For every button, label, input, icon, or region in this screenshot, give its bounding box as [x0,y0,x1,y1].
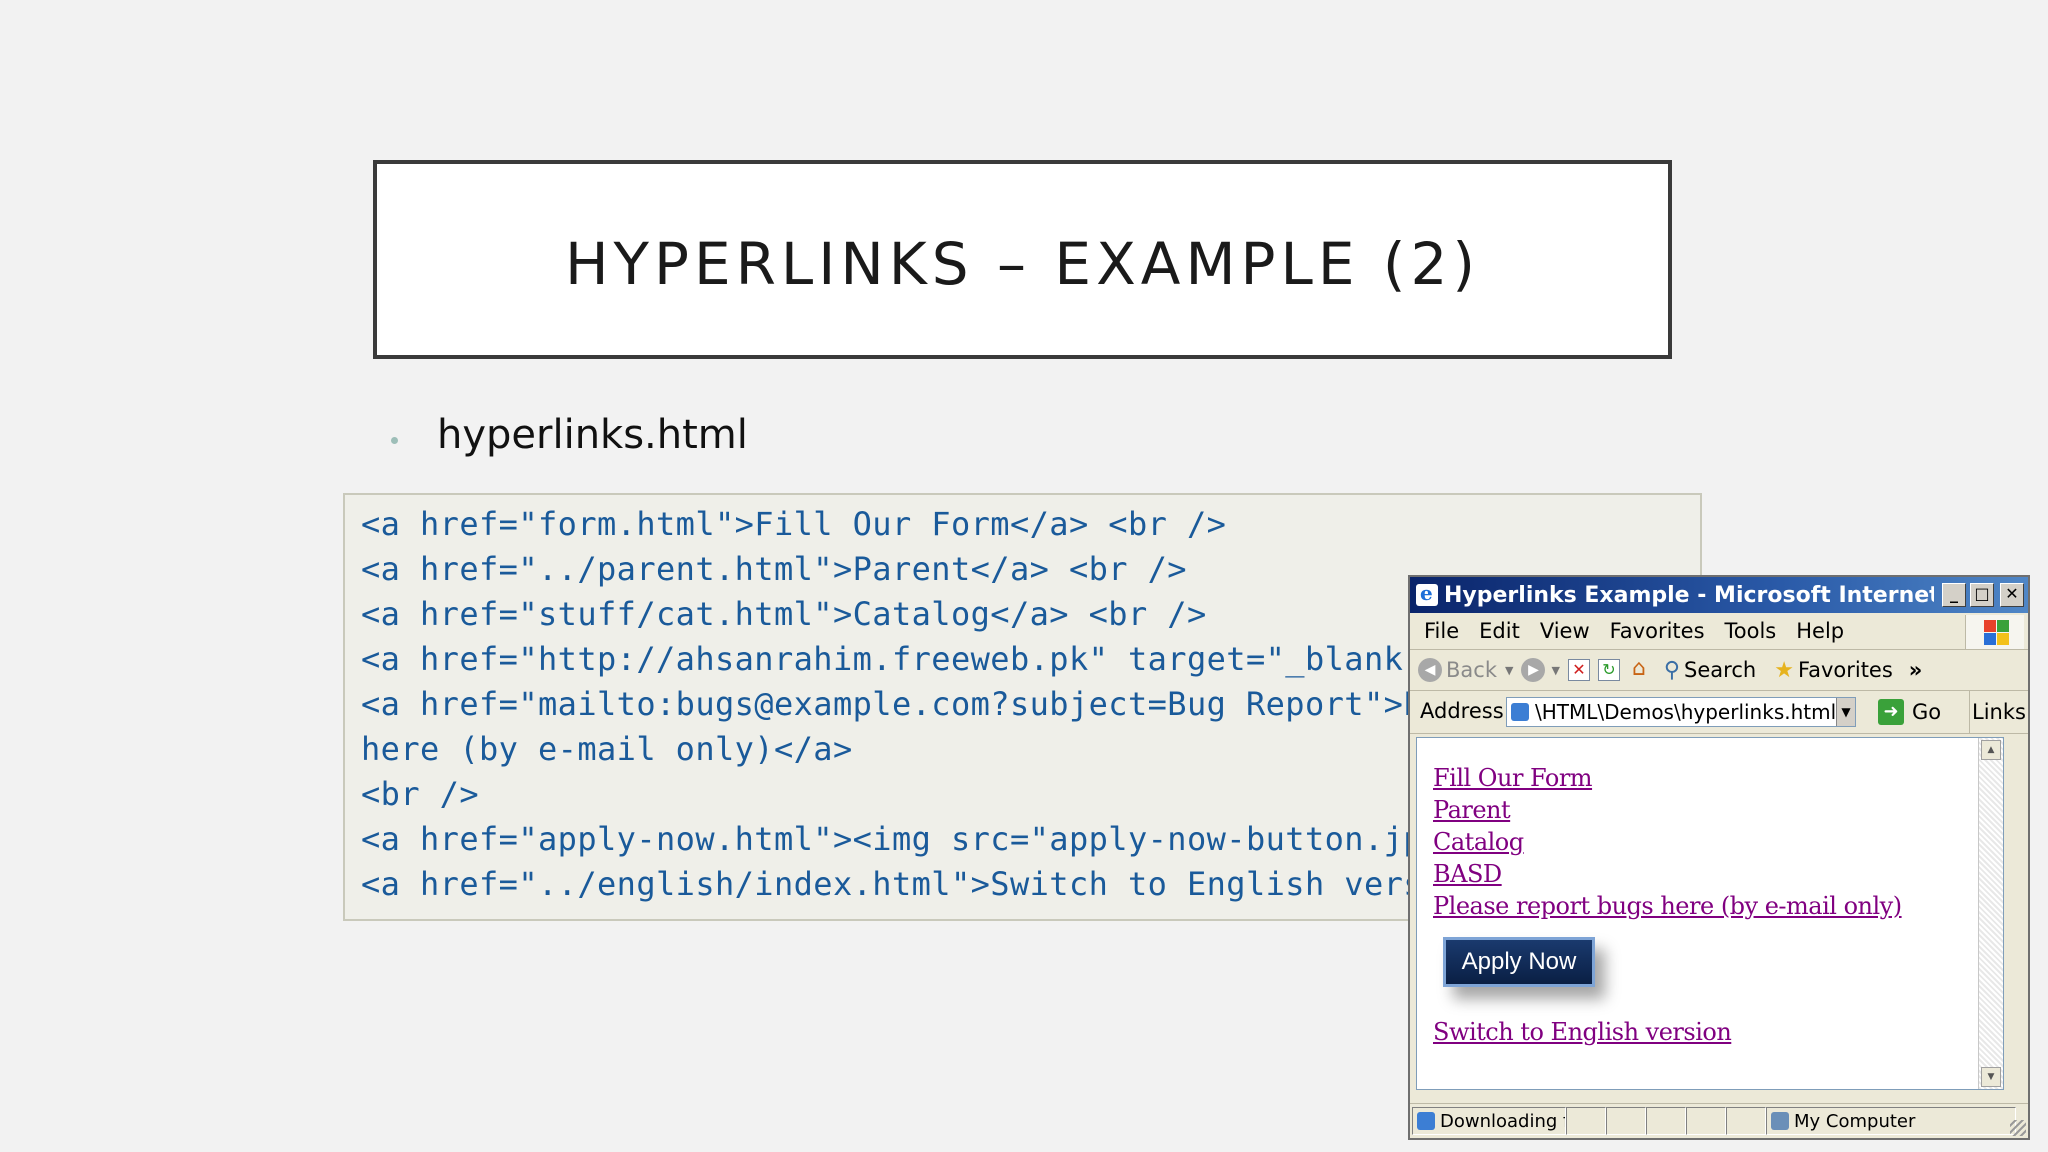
page-icon [1511,703,1529,721]
windows-logo-icon-part [1984,620,1996,632]
link-parent[interactable]: Parent [1433,796,1511,824]
stop-icon: ✕ [1567,659,1590,681]
go-label: Go [1912,700,1942,724]
address-dropdown-icon[interactable]: ▼ [1836,698,1855,726]
stop-button[interactable]: ✕ [1567,659,1590,681]
apply-now-button[interactable]: Apply Now [1443,937,1595,987]
status-panel [1726,1107,1766,1135]
status-panel [1646,1107,1686,1135]
refresh-button[interactable]: ↻ [1597,659,1620,681]
address-bar: Address \HTML\Demos\hyperlinks.html ▼ ➜ … [1410,691,2028,734]
status-text: Downloading f [1440,1110,1566,1132]
forward-dropdown-icon[interactable]: ▼ [1551,664,1559,677]
forward-button[interactable]: ▶ ▼ [1521,658,1560,682]
favorites-button[interactable]: ★ Favorites [1774,658,1893,683]
link-switch-english[interactable]: Switch to English version [1433,1018,1732,1046]
menu-file[interactable]: File [1424,619,1459,643]
browser-titlebar[interactable]: Hyperlinks Example - Microsoft Internet … [1410,577,2028,613]
code-line: <a href="../parent.html">Parent</a> <br … [361,550,1187,588]
windows-logo-icon-part [1984,633,1996,645]
resize-grip-icon[interactable] [2010,1120,2026,1136]
back-button[interactable]: ◀ Back ▼ [1418,658,1513,682]
zone-text: My Computer [1794,1110,1916,1132]
go-button[interactable]: ➜ Go [1878,699,1941,725]
status-panel [1686,1107,1726,1135]
link-fill-our-form[interactable]: Fill Our Form [1433,764,1593,792]
menu-favorites[interactable]: Favorites [1610,619,1705,643]
forward-arrow-icon: ▶ [1521,658,1546,682]
links-button[interactable]: Links [1969,691,2028,733]
browser-window: Hyperlinks Example - Microsoft Internet … [1408,575,2030,1140]
computer-icon [1771,1112,1789,1130]
search-button[interactable]: ⚲ Search [1664,658,1756,683]
vertical-scrollbar[interactable]: ▲ ▼ [1978,738,2003,1089]
status-bar: Downloading f My Computer [1410,1103,2028,1138]
back-label: Back [1446,658,1497,682]
address-value: \HTML\Demos\hyperlinks.html [1535,700,1835,724]
menu-view[interactable]: View [1540,619,1590,643]
page-icon [1417,1112,1435,1130]
back-dropdown-icon[interactable]: ▼ [1505,664,1513,677]
search-label: Search [1684,658,1757,682]
bullet-filename: hyperlinks.html [437,412,748,458]
search-icon: ⚲ [1663,657,1681,683]
ie-icon [1416,581,1438,606]
toolbar-overflow-button[interactable]: » [1909,658,1923,682]
menu-tools[interactable]: Tools [1725,619,1777,643]
address-label: Address [1420,699,1504,723]
security-zone-cell: My Computer [1766,1107,2016,1135]
star-icon: ★ [1774,657,1794,683]
status-panel [1566,1107,1606,1135]
scroll-down-icon[interactable]: ▼ [1981,1067,2001,1087]
link-report-bugs[interactable]: Please report bugs here (by e-mail only) [1433,892,1902,920]
code-line: here (by e-mail only)</a> [361,730,853,768]
code-line: <a href="stuff/cat.html">Catalog</a> <br… [361,595,1207,633]
status-text-cell: Downloading f [1412,1107,1566,1135]
minimize-button[interactable]: _ [1942,583,1966,607]
link-catalog[interactable]: Catalog [1433,828,1524,856]
windows-logo-icon-part [1997,620,2009,632]
status-panel [1606,1107,1646,1135]
bullet-dot [391,437,398,444]
code-line: <br /> [361,775,479,813]
address-input[interactable]: \HTML\Demos\hyperlinks.html ▼ [1506,697,1856,727]
windows-logo-icon [1965,615,2024,649]
code-line: <a href="../english/index.html">Switch t… [361,865,1561,903]
menu-bar: File Edit View Favorites Tools Help [1410,613,2028,650]
scroll-up-icon[interactable]: ▲ [1981,740,2001,760]
menu-edit[interactable]: Edit [1479,619,1520,643]
home-icon: ⌂ [1631,656,1646,681]
link-basd[interactable]: BASD [1433,860,1502,888]
code-line: <a href="form.html">Fill Our Form</a> <b… [361,505,1227,543]
menu-help[interactable]: Help [1796,619,1844,643]
favorites-label: Favorites [1797,658,1893,682]
windows-logo-icon-part [1997,633,2009,645]
go-arrow-icon: ➜ [1878,699,1904,725]
back-arrow-icon: ◀ [1418,658,1442,682]
slide-title: HYPERLINKS – EXAMPLE (2) [564,229,1481,298]
browser-title: Hyperlinks Example - Microsoft Internet … [1444,582,1934,608]
close-button[interactable]: ✕ [2000,583,2024,607]
home-button[interactable]: ⌂ [1628,656,1650,681]
page-content: Fill Our Form Parent Catalog BASD Please… [1416,737,2004,1090]
maximize-button[interactable]: □ [1970,583,1994,607]
slide-title-box: HYPERLINKS – EXAMPLE (2) [373,160,1672,359]
toolbar: ◀ Back ▼ ▶ ▼ ✕ ↻ ⌂ ⚲ Search ★ Favorites … [1410,650,2028,691]
refresh-icon: ↻ [1597,659,1620,681]
